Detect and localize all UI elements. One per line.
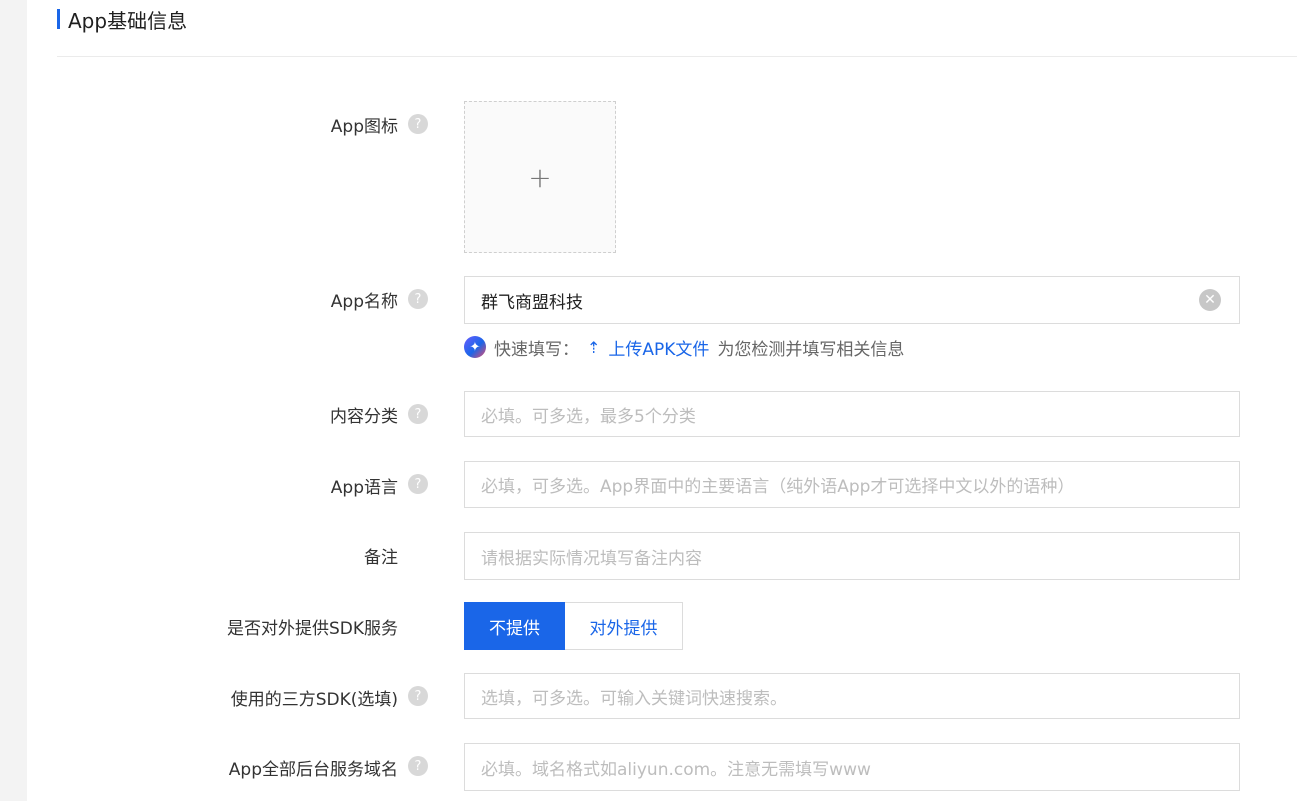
domains-placeholder: 必填。域名格式如aliyun.com。注意无需填写www [481,759,871,780]
third-sdk-select[interactable]: 选填，可多选。可输入关键词快速搜索。 [464,673,1240,719]
upload-apk-link[interactable]: ⇡ 上传APK文件 [587,335,709,360]
quickfill-prefix: 快速填写： [494,339,579,360]
language-placeholder: 必填，可多选。App界面中的主要语言（纯外语App才可选择中文以外的语种） [481,477,1075,497]
label-sdk-service: 是否对外提供SDK服务 [227,614,398,639]
language-select[interactable]: 必填，可多选。App界面中的主要语言（纯外语App才可选择中文以外的语种） [464,461,1240,508]
label-text: App全部后台服务域名 [228,760,398,780]
section-title: App基础信息 [68,8,188,33]
sdk-service-toggle: 不提供 对外提供 [464,602,683,650]
label-app-icon: App图标 [331,112,398,137]
label-third-sdk: 使用的三方SDK(选填) [231,685,398,710]
help-icon[interactable]: ? [408,474,428,494]
quickfill-suffix: 为您检测并填写相关信息 [717,339,905,360]
label-text: App语言 [330,478,398,498]
label-text: 内容分类 [330,407,398,427]
category-placeholder: 必填。可多选，最多5个分类 [481,406,696,427]
section-divider [57,56,1297,57]
clear-icon[interactable]: ✕ [1199,289,1221,311]
label-text: 使用的三方SDK(选填) [230,690,398,710]
left-gutter [0,0,27,801]
section-header: App基础信息 [57,6,188,33]
remark-input[interactable]: 请根据实际情况填写备注内容 [464,532,1240,580]
quickfill-hint: ✦ 快速填写： ⇡ 上传APK文件 为您检测并填写相关信息 [464,334,904,360]
option-provide[interactable]: 对外提供 [565,602,683,650]
plus-icon: + [528,160,552,194]
label-text: 备注 [364,548,398,568]
third-sdk-placeholder: 选填，可多选。可输入关键词快速搜索。 [481,688,787,709]
label-app-name: App名称 [331,287,398,312]
icon-upload-button[interactable]: + [464,101,616,253]
help-icon[interactable]: ? [408,289,428,309]
label-category: 内容分类 [330,402,398,427]
app-name-value: 群飞商盟科技 [481,292,583,313]
label-remark: 备注 [364,543,398,568]
label-text: App名称 [330,292,398,312]
upload-icon: ⇡ [587,337,601,357]
title-accent-bar [57,9,60,29]
label-domains: App全部后台服务域名 [229,755,398,780]
option-not-provide[interactable]: 不提供 [464,602,565,650]
domains-input[interactable]: 必填。域名格式如aliyun.com。注意无需填写www [464,743,1240,791]
help-icon[interactable]: ? [408,404,428,424]
label-text: App图标 [330,117,398,137]
category-select[interactable]: 必填。可多选，最多5个分类 [464,391,1240,437]
label-language: App语言 [331,473,398,498]
help-icon[interactable]: ? [408,114,428,134]
remark-placeholder: 请根据实际情况填写备注内容 [481,548,702,569]
app-name-input[interactable]: 群飞商盟科技 ✕ [464,276,1240,324]
help-icon[interactable]: ? [408,686,428,706]
help-icon[interactable]: ? [408,756,428,776]
upload-apk-label: 上传APK文件 [608,339,710,360]
sparkle-icon: ✦ [464,336,486,358]
label-text: 是否对外提供SDK服务 [226,619,398,639]
